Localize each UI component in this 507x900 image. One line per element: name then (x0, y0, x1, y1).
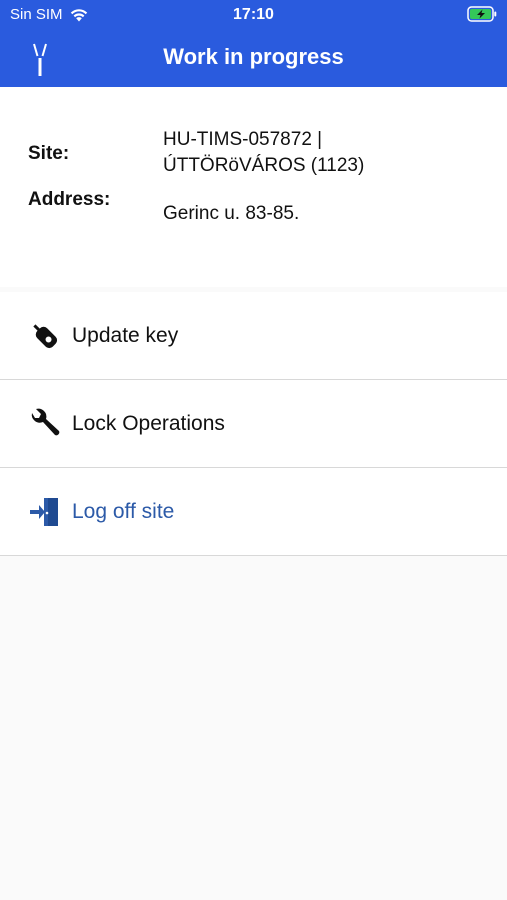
site-info-panel: Site: HU-TIMS-057872 | ÚTTÖRöVÁROS (1123… (0, 87, 507, 287)
address-value: Gerinc u. 83-85. (163, 203, 300, 224)
update-key-item[interactable]: Update key (0, 292, 507, 380)
site-value-line2: ÚTTÖRöVÁROS (1123) (163, 155, 365, 176)
battery-charging-icon (467, 6, 497, 22)
status-bar: Sin SIM 17:10 (0, 0, 507, 30)
site-label: Site: (28, 143, 70, 164)
page-title: Work in progress (163, 44, 344, 69)
lock-operations-item[interactable]: Lock Operations (0, 380, 507, 468)
app-header: Sin SIM 17:10 Work in progress (0, 0, 507, 87)
address-label: Address: (28, 189, 111, 210)
update-key-label: Update key (72, 323, 179, 347)
wrench-icon (28, 407, 62, 441)
lock-operations-label: Lock Operations (72, 411, 225, 435)
site-value-line1: HU-TIMS-057872 | (163, 129, 323, 150)
exit-door-icon (28, 495, 62, 529)
key-fob-icon (28, 319, 62, 353)
status-time: 17:10 (233, 6, 274, 23)
action-menu: Update key Lock Operations Log off site (0, 292, 507, 556)
log-off-site-label: Log off site (72, 499, 175, 523)
site-value: HU-TIMS-057872 | ÚTTÖRöVÁROS (1123) (163, 127, 364, 179)
log-off-site-item[interactable]: Log off site (0, 468, 507, 556)
